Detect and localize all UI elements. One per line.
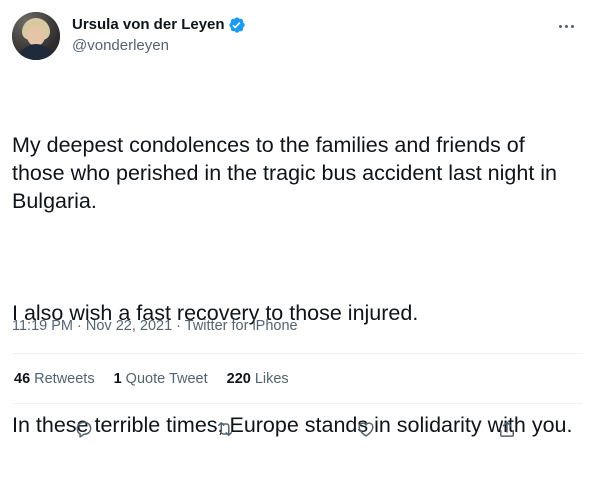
author-info: Ursula von der Leyen @vonderleyen (72, 15, 246, 56)
tweet-time[interactable]: 11:19 PM (12, 318, 73, 334)
tweet-paragraph: My deepest condolences to the families a… (12, 133, 563, 213)
quotes-label: Quote Tweet (125, 371, 208, 387)
display-name-row: Ursula von der Leyen (72, 15, 246, 35)
tweet-source[interactable]: Twitter for iPhone (185, 318, 298, 334)
share-icon (500, 421, 514, 437)
action-bar (12, 412, 582, 446)
reply-icon (76, 421, 92, 438)
divider (12, 403, 582, 404)
more-dot (564, 24, 568, 28)
retweets-count: 46 (14, 371, 31, 387)
heart-icon (358, 422, 374, 437)
like-button[interactable] (349, 412, 383, 446)
retweet-icon (218, 422, 232, 436)
more-horizontal-icon[interactable] (554, 14, 578, 38)
more-dot (558, 24, 562, 28)
divider (12, 353, 582, 354)
likes-label: Likes (254, 371, 289, 387)
likes-count: 220 (226, 371, 251, 387)
tweet-card: Ursula von der Leyen @vonderleyen My dee… (0, 0, 594, 456)
avatar[interactable] (12, 12, 60, 60)
share-button[interactable] (490, 412, 524, 446)
meta-separator: · (73, 318, 86, 334)
verified-badge-icon (228, 16, 246, 34)
quotes-count: 1 (113, 371, 122, 387)
meta-separator: · (172, 318, 185, 334)
handle[interactable]: @vonderleyen (72, 36, 246, 56)
retweet-button[interactable] (208, 412, 242, 446)
tweet-header: Ursula von der Leyen @vonderleyen (12, 12, 582, 62)
likes-stat[interactable]: 220 Likes (227, 369, 289, 389)
retweets-stat[interactable]: 46 Retweets (14, 369, 95, 389)
tweet-date[interactable]: Nov 22, 2021 (86, 318, 172, 334)
engagement-stats: 46 Retweets 1 Quote Tweet 220 Likes (14, 369, 308, 389)
avatar-face (27, 26, 45, 46)
reply-button[interactable] (67, 412, 101, 446)
quote-tweets-stat[interactable]: 1 Quote Tweet (114, 369, 208, 389)
display-name[interactable]: Ursula von der Leyen (72, 15, 225, 35)
retweets-label: Retweets (34, 371, 95, 387)
more-dot (570, 24, 574, 28)
tweet-metadata: 11:19 PM · Nov 22, 2021 · Twitter for iP… (12, 316, 298, 336)
